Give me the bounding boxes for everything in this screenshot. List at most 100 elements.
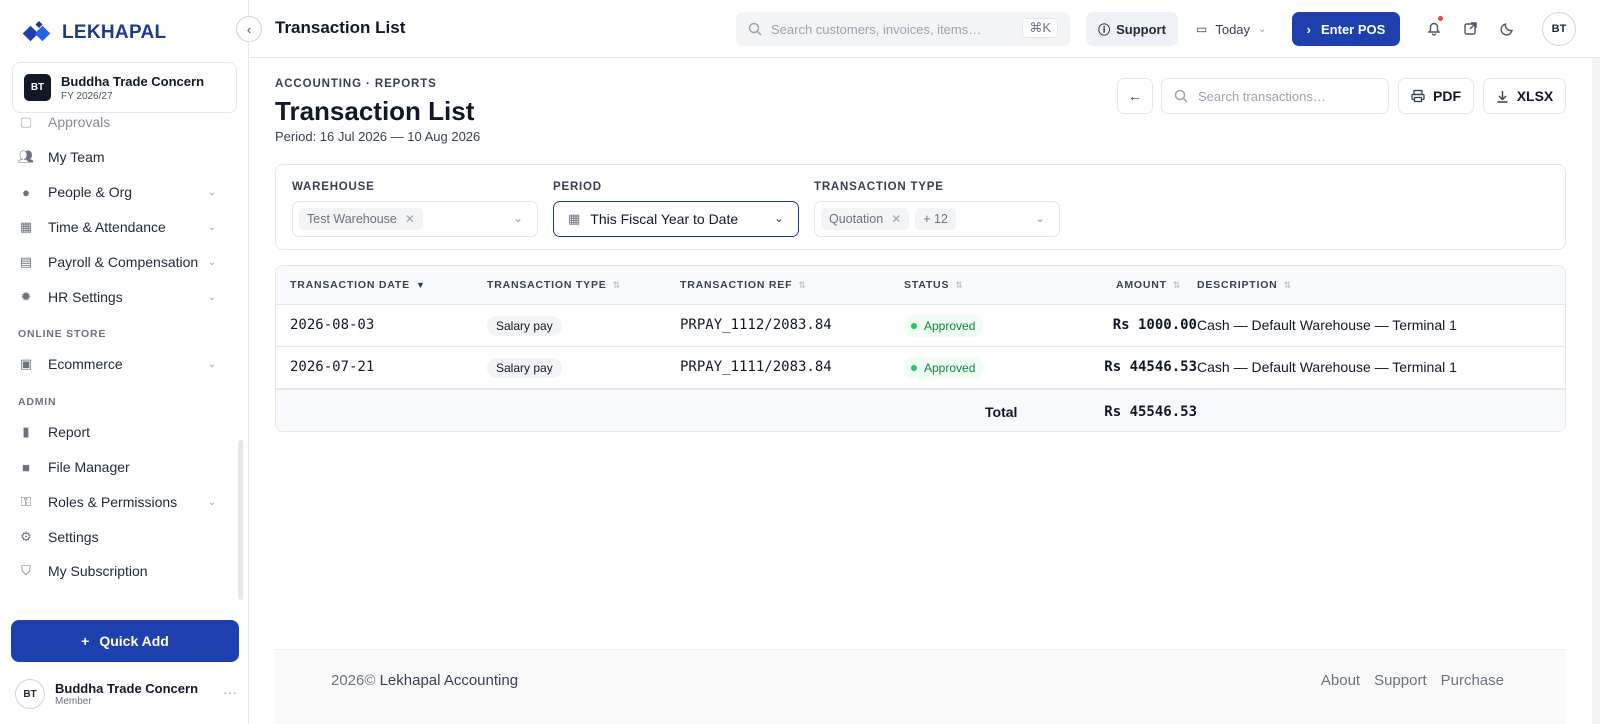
sidebar-item-people-org[interactable]: ● People & Org ⌄ (18, 178, 224, 206)
header-label: STATUS (904, 279, 950, 291)
chevron-down-icon: ⌄ (207, 358, 216, 370)
section-admin: ADMIN (18, 396, 57, 408)
org-switcher[interactable]: BT Buddha Trade Concern FY 2026/27 (12, 62, 237, 113)
cell-date: 2026-08-03 (290, 317, 375, 333)
date-range-select[interactable]: ▭ Today ⌄ (1196, 12, 1286, 46)
quick-add-button[interactable]: + Quick Add (11, 620, 239, 662)
sidebar-item-label: My Subscription (48, 563, 148, 579)
gear-icon: ✹ (20, 289, 32, 304)
export-pdf-button[interactable]: PDF (1398, 78, 1474, 114)
key-icon: ⚿ (21, 494, 31, 509)
bell-icon[interactable] (1424, 16, 1444, 38)
approvals-icon: ▢ (19, 114, 33, 129)
sidebar-item-subscription[interactable]: ⛉ My Subscription (18, 557, 224, 585)
sidebar-item-approvals[interactable]: ▢ Approvals (18, 108, 224, 136)
moon-icon[interactable] (1497, 18, 1517, 38)
company-name: Lekhapal Accounting (379, 672, 519, 689)
download-icon (1497, 90, 1508, 103)
header-label: TRANSACTION REF (680, 279, 793, 291)
avatar: BT (15, 679, 45, 709)
copyright-year: 2026© (331, 672, 376, 689)
page-title: Transaction List (275, 96, 475, 126)
sidebar-item-file-manager[interactable]: ■ File Manager (18, 453, 224, 481)
table-row[interactable]: 2026-08-03 Salary pay PRPAY_1112/2083.84… (276, 305, 1565, 347)
column-header-ref[interactable]: TRANSACTION REF ⇅ (680, 279, 807, 291)
support-label: Support (1116, 21, 1166, 37)
global-search-input[interactable]: Search customers, invoices, items… ⌘K (736, 12, 1070, 46)
collapse-sidebar-button[interactable]: ‹ (236, 16, 262, 42)
notification-dot (1438, 16, 1443, 21)
enter-pos-button[interactable]: › Enter POS (1292, 12, 1400, 46)
more-icon[interactable]: ··· (223, 684, 237, 700)
search-placeholder: Search transactions… (1198, 88, 1326, 104)
sidebar-item-time-attendance[interactable]: ▦ Time & Attendance ⌄ (18, 213, 224, 241)
sort-desc-icon: ▼ (415, 280, 426, 290)
header-label: AMOUNT (1116, 279, 1167, 291)
cell-ref[interactable]: PRPAY_1112/2083.84 (680, 317, 832, 333)
sidebar-item-settings[interactable]: ⚙ Settings (18, 523, 224, 551)
folder-icon: ■ (22, 459, 30, 475)
transaction-type-select[interactable]: Quotation ✕ + 12 ⌄ (814, 201, 1060, 237)
sidebar-item-report[interactable]: ▮ Report (18, 418, 224, 446)
page-scrollbar[interactable] (1592, 58, 1600, 724)
status-badge: Approved (904, 357, 984, 379)
warehouse-chip: Test Warehouse ✕ (299, 208, 423, 230)
cell-type: Salary pay (487, 358, 562, 378)
sidebar-item-label: Settings (48, 529, 99, 545)
sidebar-item-label: Roles & Permissions (48, 494, 178, 510)
settings-icon: ⚙ (20, 529, 32, 544)
header-label: DESCRIPTION (1197, 279, 1278, 291)
export-xlsx-button[interactable]: XLSX (1483, 78, 1566, 114)
status-label: Approved (924, 319, 976, 333)
xlsx-label: XLSX (1516, 88, 1554, 104)
warehouse-select[interactable]: Test Warehouse ✕ ⌄ (292, 201, 538, 237)
chevron-down-icon: ⌄ (207, 186, 216, 198)
support-button[interactable]: ⓘ Support (1086, 12, 1178, 46)
brand-name: LEKHAPAL (62, 22, 167, 43)
column-header-description[interactable]: DESCRIPTION ⇅ (1197, 279, 1292, 291)
cell-ref[interactable]: PRPAY_1111/2083.84 (680, 359, 832, 375)
footer-link-about[interactable]: About (1321, 672, 1360, 689)
user-menu[interactable]: BT Buddha Trade Concern Member ··· (15, 678, 237, 710)
transaction-type-filter-label: TRANSACTION TYPE (814, 181, 944, 193)
chevron-down-icon: ⌄ (207, 496, 216, 508)
column-header-status[interactable]: STATUS ⇅ (904, 279, 964, 291)
close-icon[interactable]: ✕ (891, 212, 901, 226)
back-button[interactable]: ← (1117, 78, 1153, 114)
table-row[interactable]: 2026-07-21 Salary pay PRPAY_1111/2083.84… (276, 347, 1565, 389)
sidebar-item-ecommerce[interactable]: ▣ Ecommerce ⌄ (18, 350, 224, 378)
chart-icon: ▮ (22, 424, 30, 439)
more-chip[interactable]: + 12 (915, 208, 956, 230)
brand-logo[interactable]: LEKHAPAL (22, 20, 166, 46)
period-select[interactable]: ▦ This Fiscal Year to Date ⌄ (553, 201, 799, 237)
footer-link-support[interactable]: Support (1374, 672, 1427, 689)
topbar-title: Transaction List (275, 18, 406, 37)
footer-link-purchase[interactable]: Purchase (1441, 672, 1504, 689)
sidebar-scrollbar[interactable] (238, 440, 243, 600)
store-icon: ▣ (19, 356, 33, 371)
sidebar-item-label: Time & Attendance (48, 219, 166, 235)
sidebar-item-roles[interactable]: ⚿ Roles & Permissions ⌄ (18, 488, 224, 516)
column-header-date[interactable]: TRANSACTION DATE ▼ (290, 279, 426, 291)
cell-type: Salary pay (487, 316, 562, 336)
plus-icon: + (81, 633, 90, 649)
breadcrumb: ACCOUNTING · REPORTS (275, 78, 437, 90)
column-header-amount[interactable]: AMOUNT ⇅ (1116, 279, 1181, 291)
topbar: Transaction List Search customers, invoi… (250, 0, 1600, 58)
transaction-search-input[interactable]: Search transactions… (1161, 78, 1389, 114)
sidebar-item-hr-settings[interactable]: ✹ HR Settings ⌄ (18, 283, 224, 311)
close-icon[interactable]: ✕ (405, 212, 415, 226)
sidebar-item-payroll[interactable]: ▤ Payroll & Compensation ⌄ (18, 248, 224, 276)
chip-label: Quotation (829, 212, 884, 226)
sidebar-item-label: Approvals (48, 114, 111, 130)
external-link-icon[interactable] (1460, 18, 1480, 38)
avatar[interactable]: BT (1542, 12, 1576, 46)
cell-amount: Rs 1000.00 (1112, 317, 1197, 333)
column-header-type[interactable]: TRANSACTION TYPE ⇅ (487, 279, 621, 291)
logo-icon (22, 20, 51, 42)
user-name: Buddha Trade Concern (55, 681, 199, 696)
sidebar-item-my-team[interactable]: 👥︎ My Team (18, 143, 224, 171)
sort-icon: ⇅ (612, 279, 621, 290)
cell-description: Cash — Default Warehouse — Terminal 1 (1197, 359, 1457, 375)
main-content: ACCOUNTING · REPORTS Transaction List Pe… (250, 58, 1600, 724)
